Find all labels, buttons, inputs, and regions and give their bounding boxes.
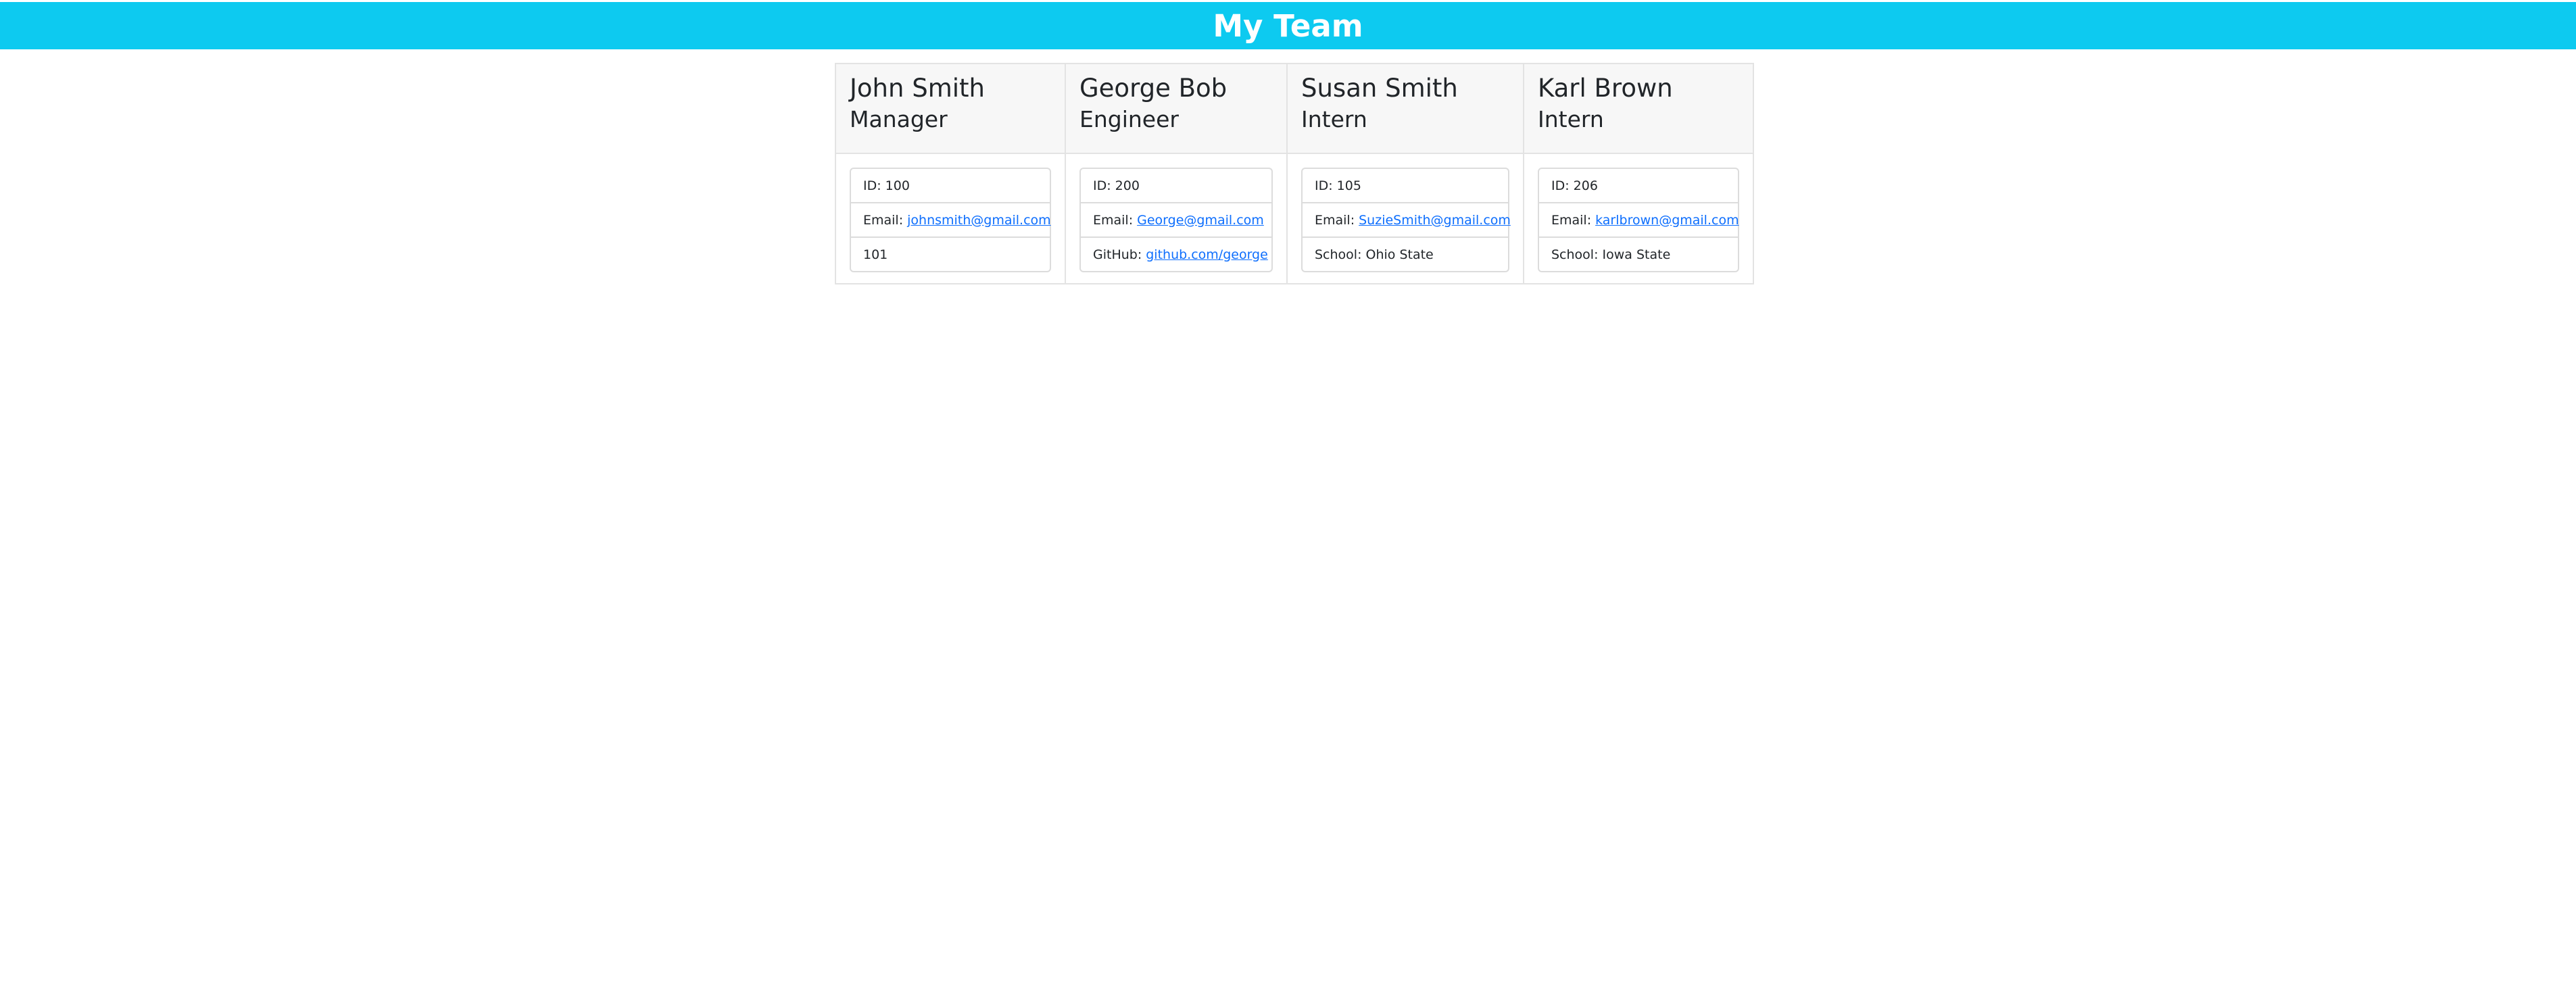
school-info: School: Ohio State (1315, 247, 1434, 262)
card-header: John Smith Manager (836, 64, 1065, 154)
employee-email: Email: George@gmail.com (1081, 203, 1271, 238)
info-list: ID: 206 Email: karlbrown@gmail.com Schoo… (1538, 168, 1739, 272)
info-list: ID: 105 Email: SuzieSmith@gmail.com Scho… (1301, 168, 1511, 272)
page-title: My Team (1213, 7, 1363, 44)
github-link[interactable]: github.com/george (1146, 247, 1268, 262)
employee-id: ID: 206 (1539, 169, 1738, 203)
email-label: Email: (863, 212, 904, 228)
employee-email: Email: johnsmith@gmail.com (851, 203, 1051, 238)
card-body: ID: 100 Email: johnsmith@gmail.com 101 (836, 154, 1065, 286)
employee-id: ID: 100 (851, 169, 1050, 203)
employee-card-manager: John Smith Manager ID: 100 Email: johnsm… (835, 63, 1066, 284)
card-body: ID: 200 Email: George@gmail.com GitHub: … (1066, 154, 1286, 286)
employee-role: Manager (850, 106, 948, 133)
employee-role: Intern (1301, 106, 1367, 133)
email-link[interactable]: George@gmail.com (1137, 213, 1264, 228)
employee-name: Karl Brown (1538, 74, 1673, 103)
info-list: ID: 100 Email: johnsmith@gmail.com 101 (850, 168, 1051, 272)
employee-card-engineer: George Bob Engineer ID: 200 Email: Georg… (1065, 63, 1288, 284)
employee-id: ID: 200 (1081, 169, 1271, 203)
email-link[interactable]: johnsmith@gmail.com (907, 213, 1051, 228)
email-link[interactable]: karlbrown@gmail.com (1595, 213, 1739, 228)
employee-name: John Smith (850, 74, 985, 103)
email-label: Email: (1093, 212, 1134, 228)
employee-name: George Bob (1079, 74, 1228, 103)
employee-card-intern: Susan Smith Intern ID: 105 Email: SuzieS… (1286, 63, 1524, 284)
employee-role: Engineer (1079, 106, 1179, 133)
employee-id: ID: 105 (1303, 169, 1508, 203)
card-body: ID: 206 Email: karlbrown@gmail.com Schoo… (1524, 154, 1753, 286)
card-header: George Bob Engineer (1066, 64, 1286, 154)
card-body: ID: 105 Email: SuzieSmith@gmail.com Scho… (1288, 154, 1523, 286)
email-label: Email: (1315, 212, 1355, 228)
office-number: 101 (863, 247, 888, 262)
github-label: GitHub: (1093, 247, 1142, 262)
github-info: GitHub: github.com/george (1081, 238, 1271, 271)
employee-card-intern: Karl Brown Intern ID: 206 Email: karlbro… (1523, 63, 1754, 284)
header-banner: My Team (0, 2, 2576, 49)
email-label: Email: (1551, 212, 1592, 228)
card-header: Susan Smith Intern (1288, 64, 1523, 154)
employee-email: Email: karlbrown@gmail.com (1539, 203, 1739, 238)
team-cards: John Smith Manager ID: 100 Email: johnsm… (835, 63, 1754, 284)
info-list: ID: 200 Email: George@gmail.com GitHub: … (1079, 168, 1273, 272)
school-info: School: Iowa State (1551, 247, 1671, 262)
employee-name: Susan Smith (1301, 74, 1458, 103)
employee-role: Intern (1538, 106, 1604, 133)
card-header: Karl Brown Intern (1524, 64, 1753, 154)
email-link[interactable]: SuzieSmith@gmail.com (1359, 213, 1511, 228)
employee-email: Email: SuzieSmith@gmail.com (1303, 203, 1511, 238)
